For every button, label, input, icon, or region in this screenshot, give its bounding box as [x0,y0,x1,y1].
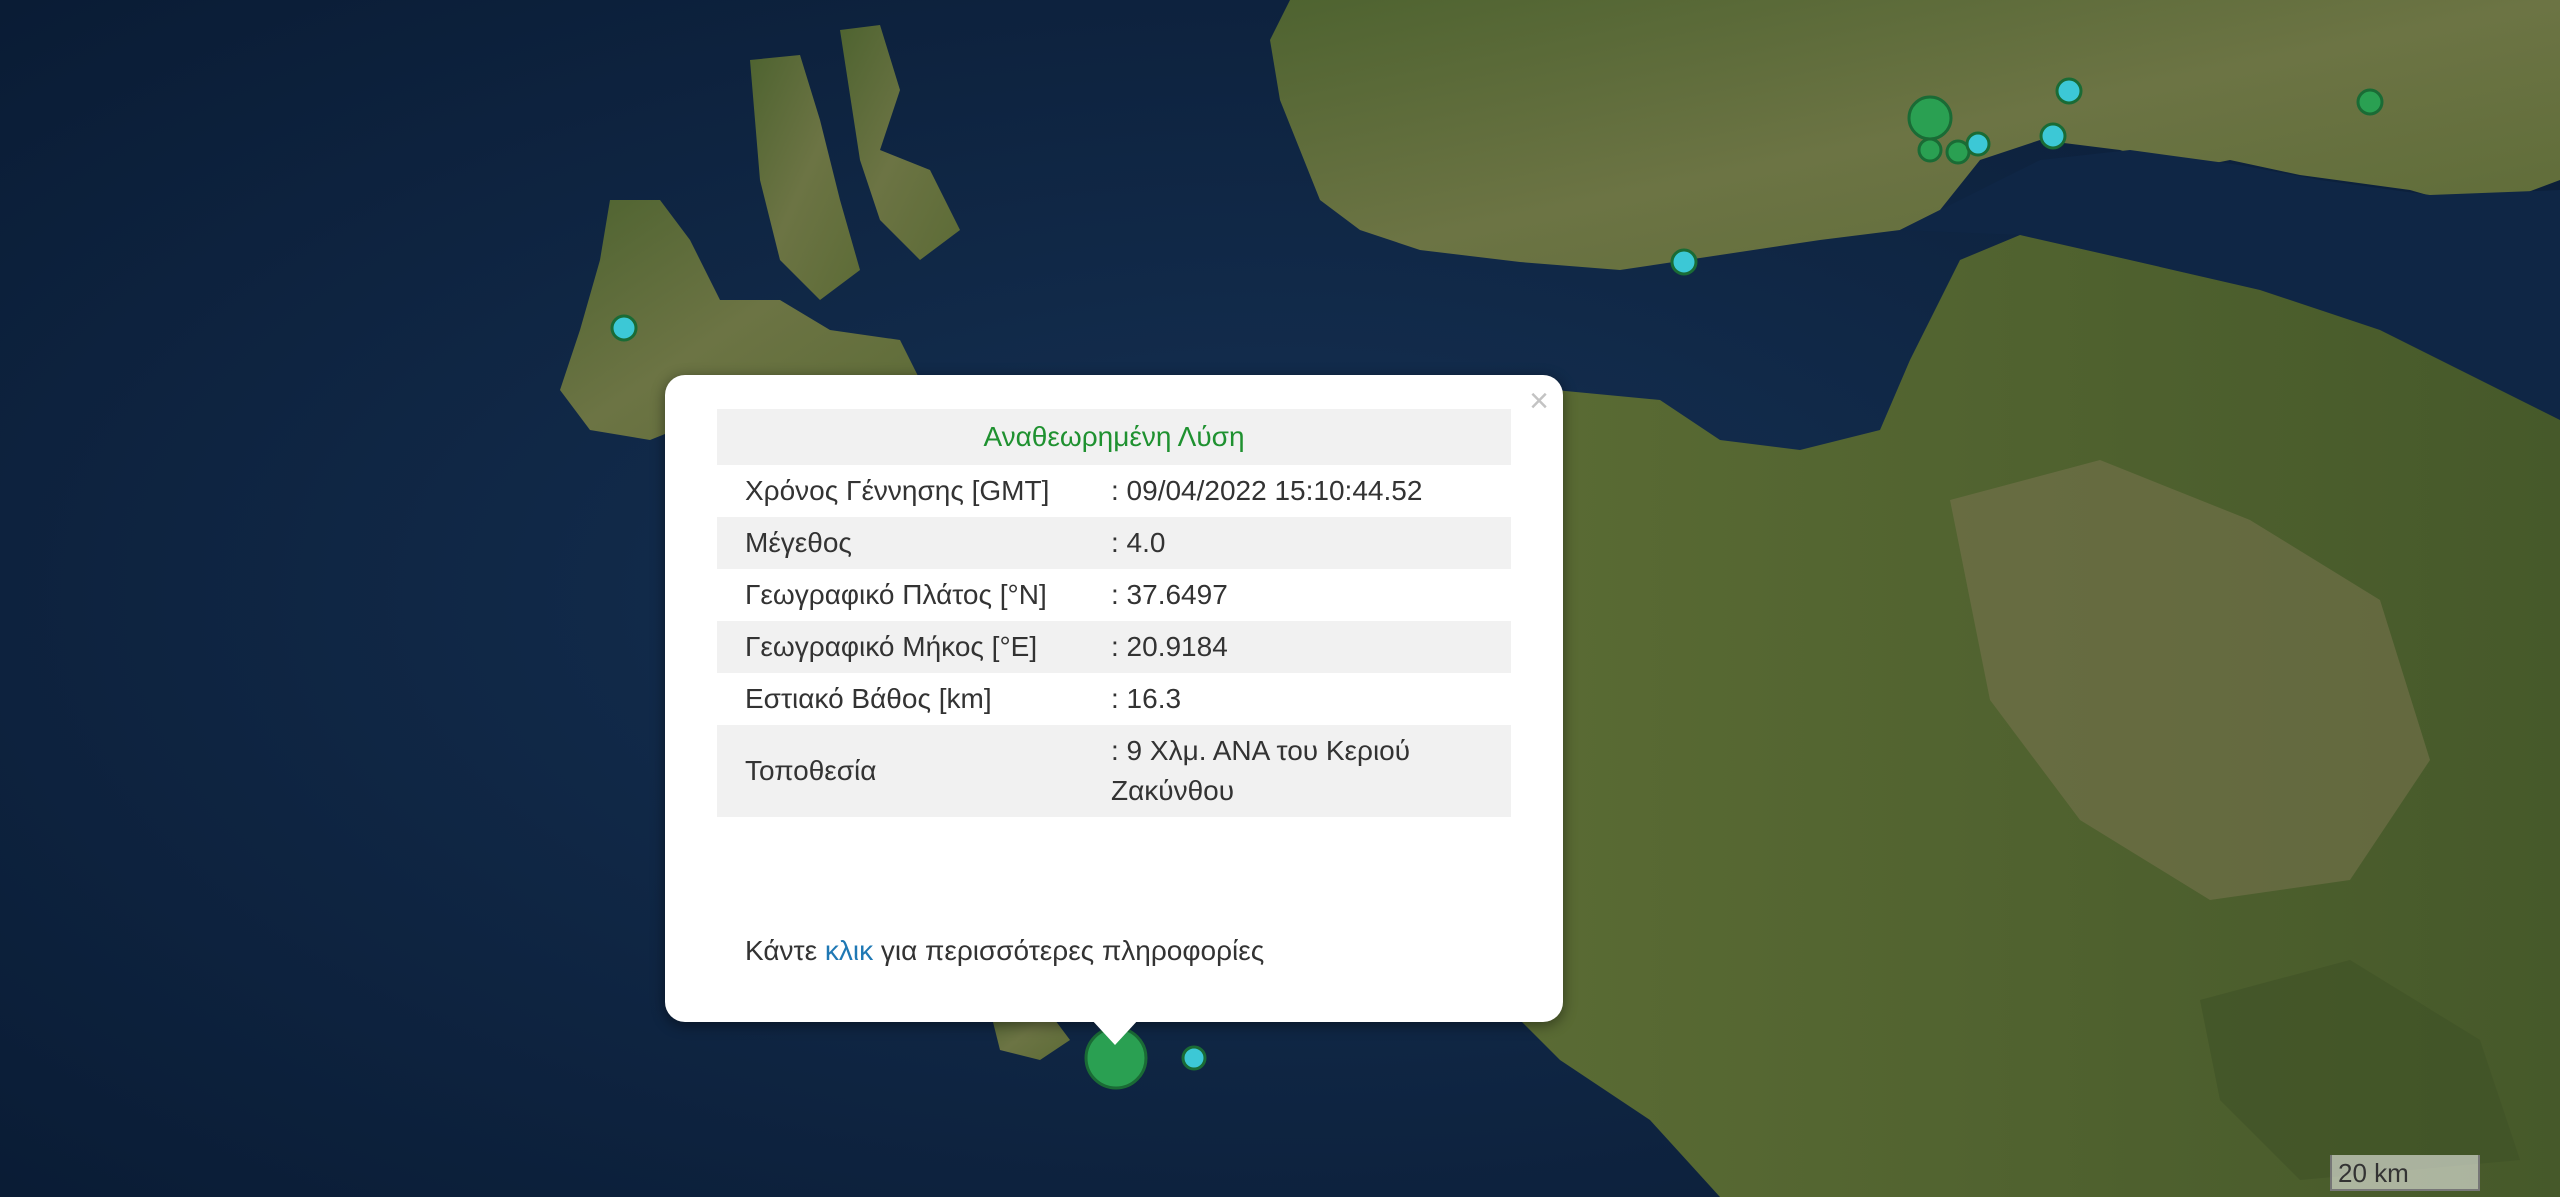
popup-title: Αναθεωρημένη Λύση [717,409,1511,465]
latitude-value: : 37.6497 [1111,579,1228,610]
more-info-suffix: για περισσότερες πληροφορίες [873,935,1265,966]
event-marker-minor[interactable] [1670,248,1698,276]
magnitude-label: Μέγεθος [717,517,1083,569]
more-info-line: Κάντε κλικ για περισσότερες πληροφορίες [745,935,1264,967]
event-marker-minor[interactable] [2055,77,2083,105]
popup-title-row: Αναθεωρημένη Λύση [717,409,1511,465]
table-row: Μέγεθος : 4.0 [717,517,1511,569]
magnitude-value: : 4.0 [1083,517,1511,569]
longitude-label: Γεωγραφικό Μήκος [°E] [717,621,1083,673]
table-row: Εστιακό Βάθος [km] : 16.3 [717,673,1511,725]
close-icon[interactable]: × [1529,381,1549,421]
popup-tip [1091,1019,1139,1045]
event-marker-minor[interactable] [1181,1045,1207,1071]
latitude-label: Γεωγραφικό Πλάτος [°N] [745,579,1047,610]
event-marker-minor[interactable] [1965,131,1991,157]
event-marker-minor[interactable] [2039,122,2067,150]
event-popup: × Αναθεωρημένη Λύση Χρόνος Γέννησης [GMT… [665,375,1563,1022]
more-info-prefix: Κάντε [745,935,825,966]
origin-time-label: Χρόνος Γέννησης [GMT] [745,475,1050,506]
table-row: Χρόνος Γέννησης [GMT] : 09/04/2022 15:10… [717,465,1511,517]
location-label: Τοποθεσία [717,725,1083,817]
depth-label: Εστιακό Βάθος [km] [745,683,992,714]
more-info-link[interactable]: κλικ [825,935,873,966]
origin-time-value: : 09/04/2022 15:10:44.52 [1111,475,1423,506]
table-row: Γεωγραφικό Μήκος [°E] : 20.9184 [717,621,1511,673]
scale-bar: 20 km [2330,1155,2480,1191]
event-marker-major[interactable] [1907,95,1953,141]
depth-value: : 16.3 [1111,683,1182,714]
location-value: : 9 Χλμ. ΑΝΑ του Κεριού Ζακύνθου [1083,725,1511,817]
event-marker-major[interactable] [2356,88,2384,116]
event-marker-minor[interactable] [610,314,638,342]
table-row: Γεωγραφικό Πλάτος [°N] : 37.6497 [717,569,1511,621]
event-marker-major[interactable] [1917,137,1943,163]
table-row: Τοποθεσία : 9 Χλμ. ΑΝΑ του Κεριού Ζακύνθ… [717,725,1511,817]
event-info-table: Αναθεωρημένη Λύση Χρόνος Γέννησης [GMT] … [717,409,1511,817]
longitude-value: : 20.9184 [1083,621,1511,673]
